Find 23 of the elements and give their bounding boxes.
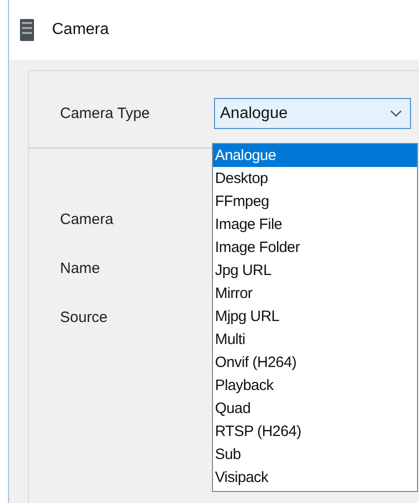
dropdown-option[interactable]: Mirror [213, 282, 417, 305]
dropdown-option[interactable]: Playback [213, 374, 417, 397]
camera-type-dropdown[interactable]: Analogue [214, 98, 411, 129]
field-label: Camera [60, 211, 114, 229]
dropdown-option[interactable]: Multi [213, 328, 417, 351]
server-icon [20, 19, 34, 41]
dropdown-option[interactable]: Desktop [213, 167, 417, 190]
field-label: Source [60, 309, 108, 327]
dropdown-option[interactable]: Image Folder [213, 236, 417, 259]
dropdown-option[interactable]: Mjpg URL [213, 305, 417, 328]
dropdown-option[interactable]: FFmpeg [213, 190, 417, 213]
dropdown-option[interactable]: Sub [213, 443, 417, 466]
window-title: Camera [52, 21, 109, 39]
dropdown-option[interactable]: Onvif (H264) [213, 351, 417, 374]
field-label: Name [60, 260, 100, 278]
chevron-down-icon [390, 110, 402, 118]
dropdown-option[interactable]: Analogue [213, 144, 417, 167]
dropdown-option[interactable]: Jpg URL [213, 259, 417, 282]
field-label: Camera Type [60, 105, 151, 122]
dropdown-option[interactable]: Image File [213, 213, 417, 236]
dropdown-option[interactable]: RTSP (H264) [213, 420, 417, 443]
dropdown-option[interactable]: Visipack [213, 466, 417, 489]
dropdown-option[interactable]: Quad [213, 397, 417, 420]
